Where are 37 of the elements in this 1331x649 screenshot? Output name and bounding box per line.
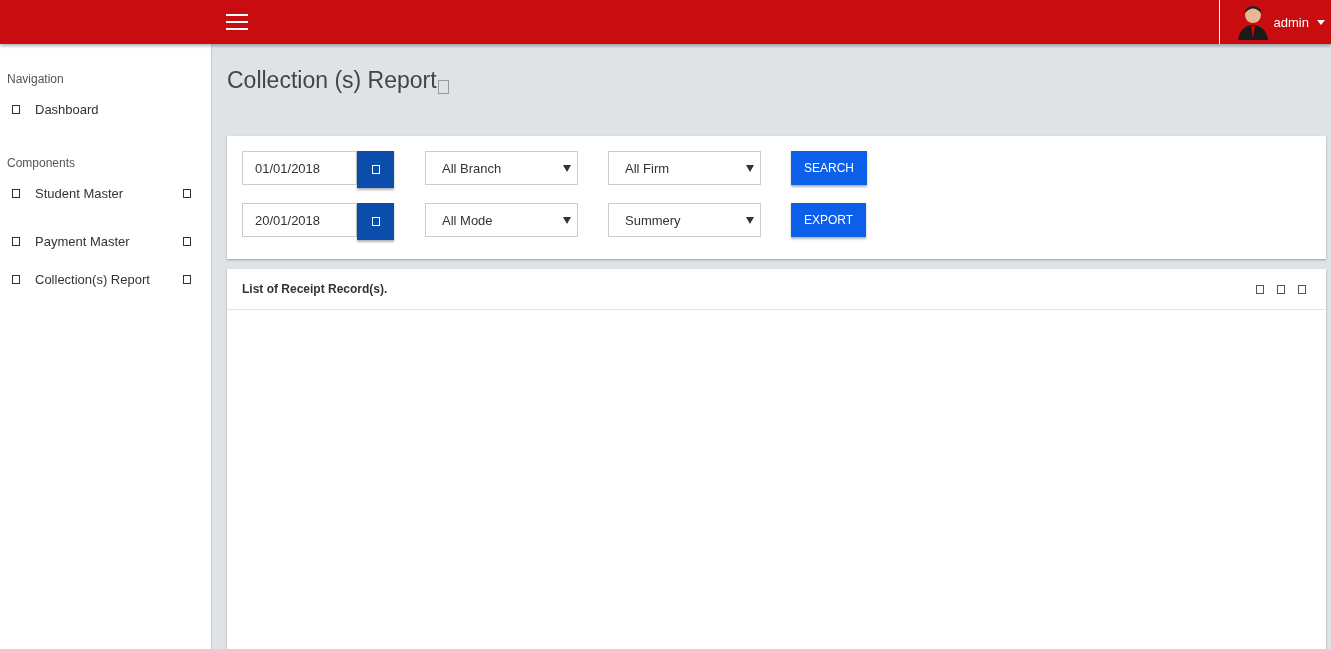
square-icon [437, 80, 449, 94]
export-button[interactable]: EXPORT [791, 203, 867, 237]
square-icon [12, 188, 20, 198]
calendar-button[interactable] [357, 151, 394, 188]
caret-icon [1317, 19, 1325, 25]
caret-icon [746, 164, 754, 172]
panel-title: List of Receipt Record(s). [242, 282, 388, 296]
date-field[interactable]: 20/01/2018 [242, 203, 357, 237]
sidebar-item[interactable]: Dashboard [0, 90, 211, 128]
menu-icon [226, 14, 248, 30]
square-icon[interactable] [1256, 284, 1264, 294]
dropdown[interactable]: All Firm [608, 151, 761, 185]
user-name: admin [1273, 14, 1309, 30]
caret-icon [563, 164, 571, 172]
sidebar-heading: Components [6, 156, 77, 170]
caret-icon [746, 216, 754, 224]
sidebar-item[interactable]: Payment Master [0, 222, 211, 260]
sidebar-item[interactable]: Collection(s) Report [0, 260, 211, 298]
square-icon[interactable] [1298, 284, 1306, 294]
square-icon [371, 165, 380, 174]
calendar-button[interactable] [357, 203, 394, 240]
sidebar-heading: Navigation [6, 72, 65, 86]
dropdown[interactable]: All Branch [425, 151, 578, 185]
square-icon[interactable] [1277, 284, 1285, 294]
square-icon [12, 236, 20, 246]
date-field[interactable]: 01/01/2018 [242, 151, 357, 185]
avatar-icon [1235, 4, 1270, 40]
dropdown[interactable]: Summery [608, 203, 761, 237]
menu-button[interactable] [226, 14, 248, 30]
page-title: Collection (s) Report [227, 67, 437, 94]
square-icon [12, 274, 20, 284]
search-button[interactable]: SEARCH [791, 151, 867, 185]
sidebar-item[interactable]: Student Master [0, 174, 211, 212]
caret-icon [563, 216, 571, 224]
square-icon [12, 104, 20, 114]
square-icon [371, 217, 380, 226]
dropdown[interactable]: All Mode [425, 203, 578, 237]
